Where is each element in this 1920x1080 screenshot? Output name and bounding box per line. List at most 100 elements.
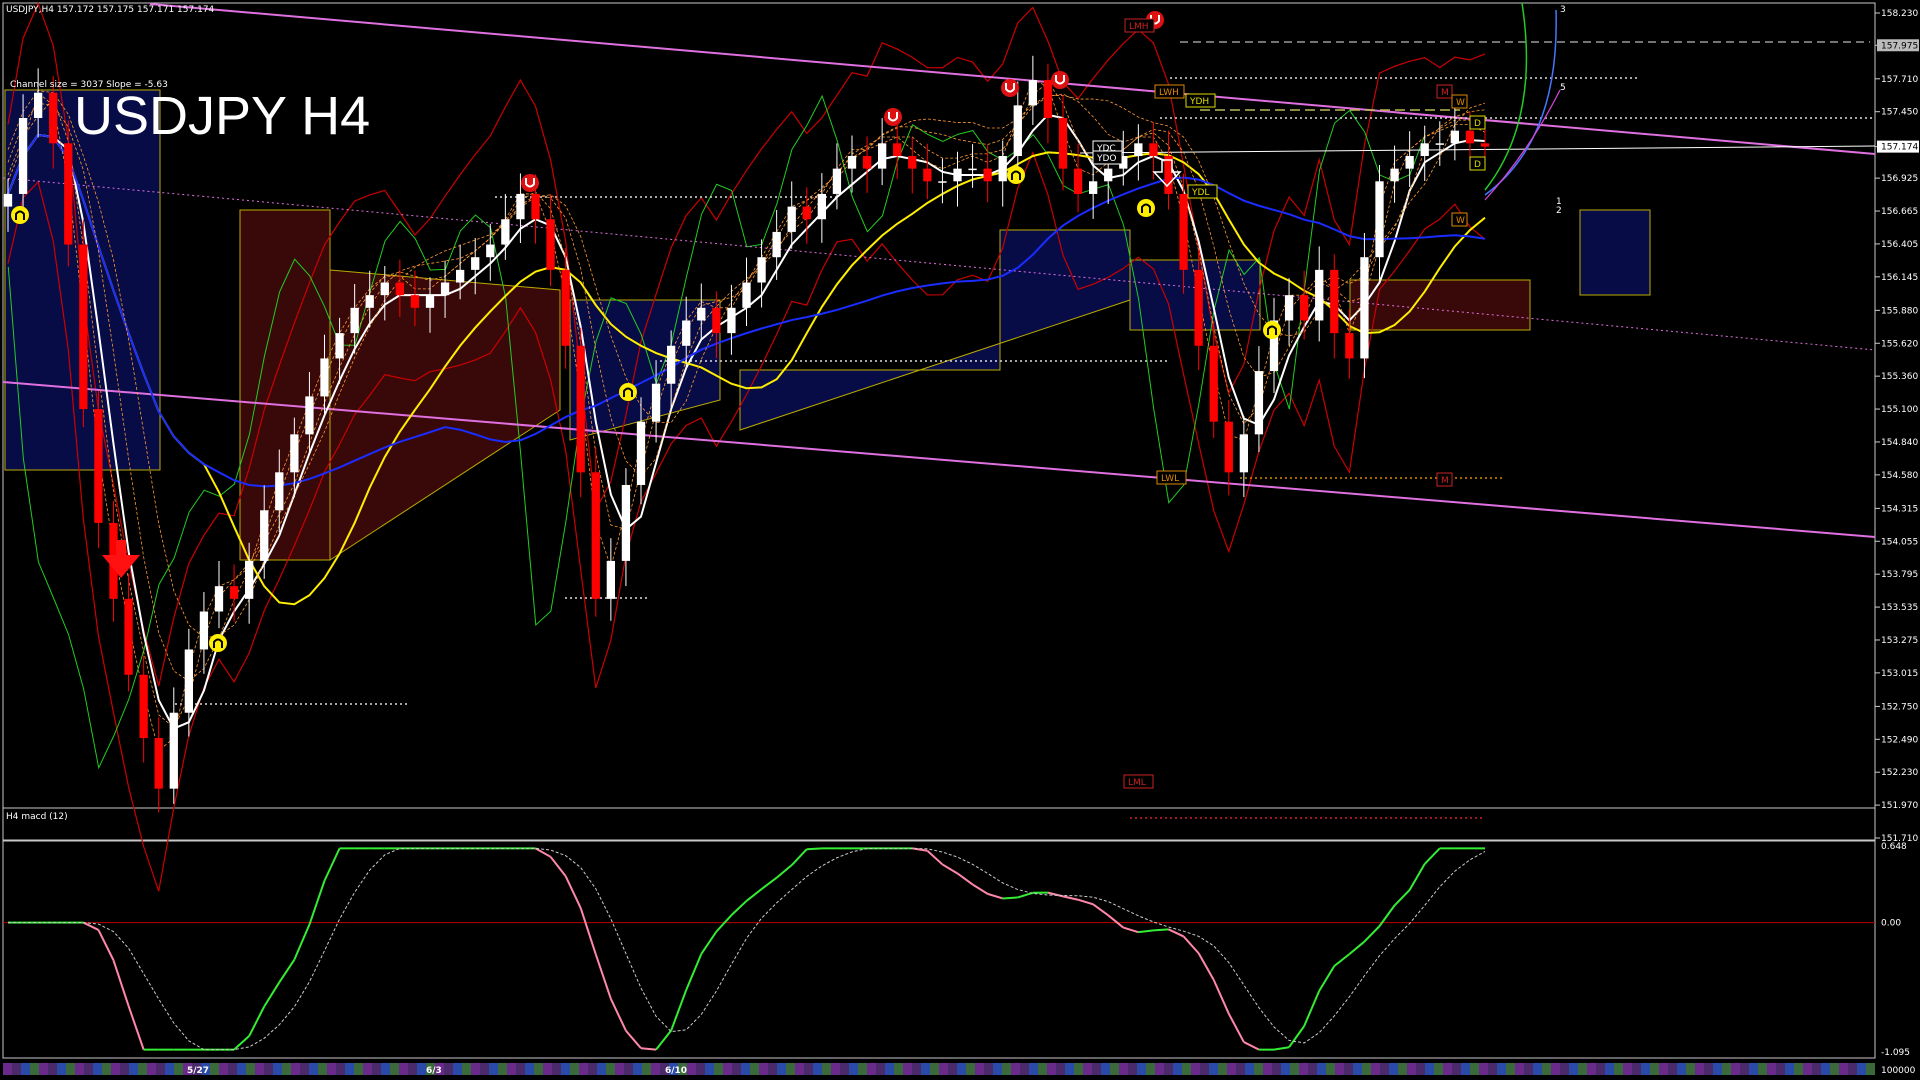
- time-cell: [480, 1063, 489, 1075]
- macd-segment: [655, 1029, 672, 1051]
- macd-segment: [1393, 889, 1411, 907]
- label-d-lower: D: [1474, 160, 1481, 170]
- time-cell: [1119, 1063, 1128, 1075]
- candle-body: [1209, 345, 1218, 422]
- macd-segment: [1333, 953, 1350, 967]
- time-cell: [354, 1063, 363, 1075]
- time-cell: [840, 1063, 849, 1075]
- time-cell: [417, 1063, 426, 1075]
- macd-segment: [1182, 935, 1200, 954]
- candle-body: [1179, 193, 1188, 270]
- time-cell: [1632, 1063, 1641, 1075]
- time-cell: [615, 1063, 624, 1075]
- candle-body: [802, 206, 811, 220]
- candle-body: [1073, 168, 1083, 194]
- time-cell: [714, 1063, 723, 1075]
- price-axis[interactable]: 158.230 157.975 157.710 157.450 157.174 156.9…: [1875, 9, 1919, 844]
- time-cell: [264, 1063, 273, 1075]
- time-cell: [453, 1063, 462, 1075]
- time-cell: [156, 1063, 165, 1075]
- time-axis[interactable]: 5/27 6/3 6/10 100000: [3, 1063, 1916, 1076]
- time-cell: [687, 1063, 696, 1075]
- time-cell: [1128, 1063, 1137, 1075]
- candle-body: [666, 345, 676, 384]
- projection-label: 2: [1556, 206, 1562, 216]
- macd-segment: [1243, 1041, 1260, 1051]
- label-w-lower: W: [1456, 216, 1465, 226]
- time-cell: [471, 1063, 480, 1075]
- time-cell: [1542, 1063, 1551, 1075]
- time-cell: [948, 1063, 957, 1075]
- macd-segment: [1288, 1025, 1305, 1048]
- time-cell: [1236, 1063, 1245, 1075]
- time-cell: [570, 1063, 579, 1075]
- time-cell: [1587, 1063, 1596, 1075]
- time-cell: [1263, 1063, 1272, 1075]
- time-cell: [1668, 1063, 1677, 1075]
- time-cell: [1569, 1063, 1578, 1075]
- time-cell: [1596, 1063, 1605, 1075]
- macd-segment: [308, 880, 326, 925]
- time-cell: [1425, 1063, 1434, 1075]
- candle-body: [290, 434, 299, 473]
- time-cell: [138, 1063, 147, 1075]
- macd-segment: [715, 914, 733, 933]
- price-tick-label: 156.405: [1881, 240, 1918, 250]
- time-cell: [1515, 1063, 1524, 1075]
- price-tick-label: 154.315: [1881, 504, 1918, 514]
- time-cell: [12, 1063, 21, 1075]
- time-cell: [1029, 1063, 1038, 1075]
- time-cell: [624, 1063, 633, 1075]
- time-cell: [867, 1063, 876, 1075]
- fractal-down-icon: [521, 174, 539, 192]
- time-cell: [1389, 1063, 1398, 1075]
- candle-body: [335, 333, 344, 359]
- macd-axis-label: 0.648: [1881, 842, 1907, 852]
- time-cell: [822, 1063, 831, 1075]
- time-cell: [1650, 1063, 1659, 1075]
- time-cell: [588, 1063, 597, 1075]
- time-cell: [759, 1063, 768, 1075]
- fractal-up-icon: [1137, 199, 1155, 217]
- time-cell: [1641, 1063, 1650, 1075]
- macd-segment: [1017, 891, 1034, 899]
- candle-body: [1043, 80, 1053, 119]
- macd-panel-frame: [2, 807, 1876, 1059]
- time-cell: [1839, 1063, 1848, 1075]
- candle-body: [214, 586, 224, 612]
- time-cell: [597, 1063, 606, 1075]
- macd-segment: [1092, 903, 1109, 917]
- time-cell: [561, 1063, 570, 1075]
- candle-body: [621, 484, 631, 561]
- fractal-up-icon: [1263, 321, 1281, 339]
- time-cell: [885, 1063, 894, 1075]
- time-cell: [507, 1063, 516, 1075]
- price-tick-label: 154.840: [1881, 438, 1918, 448]
- macd-segment: [926, 850, 944, 866]
- candle-body: [817, 193, 827, 220]
- candle-body: [1254, 371, 1264, 435]
- time-cell: [1218, 1063, 1227, 1075]
- candle-body: [124, 598, 133, 675]
- time-cell: [399, 1063, 408, 1075]
- candle-body: [1345, 333, 1354, 359]
- time-cell: [1002, 1063, 1011, 1075]
- candle-body: [832, 168, 842, 194]
- chart-canvas[interactable]: LMHLWHYDHYDCYDOYDLLWLLMLMWDDWM3512 USDJP…: [0, 0, 1920, 1080]
- time-cell: [1281, 1063, 1290, 1075]
- time-cell: [174, 1063, 183, 1075]
- candle-body: [94, 409, 103, 523]
- time-cell: [912, 1063, 921, 1075]
- candle-body: [229, 586, 239, 599]
- time-cell: [282, 1063, 291, 1075]
- macd-segment: [564, 875, 582, 909]
- candle-body: [1013, 105, 1022, 156]
- candle-body: [169, 712, 178, 789]
- price-tick-label: 153.275: [1881, 636, 1918, 646]
- time-cell: [1182, 1063, 1191, 1075]
- time-cell: [390, 1063, 399, 1075]
- candle-body: [1360, 257, 1369, 359]
- time-cell: [75, 1063, 84, 1075]
- candle-body: [712, 307, 721, 334]
- time-cell: [1470, 1063, 1479, 1075]
